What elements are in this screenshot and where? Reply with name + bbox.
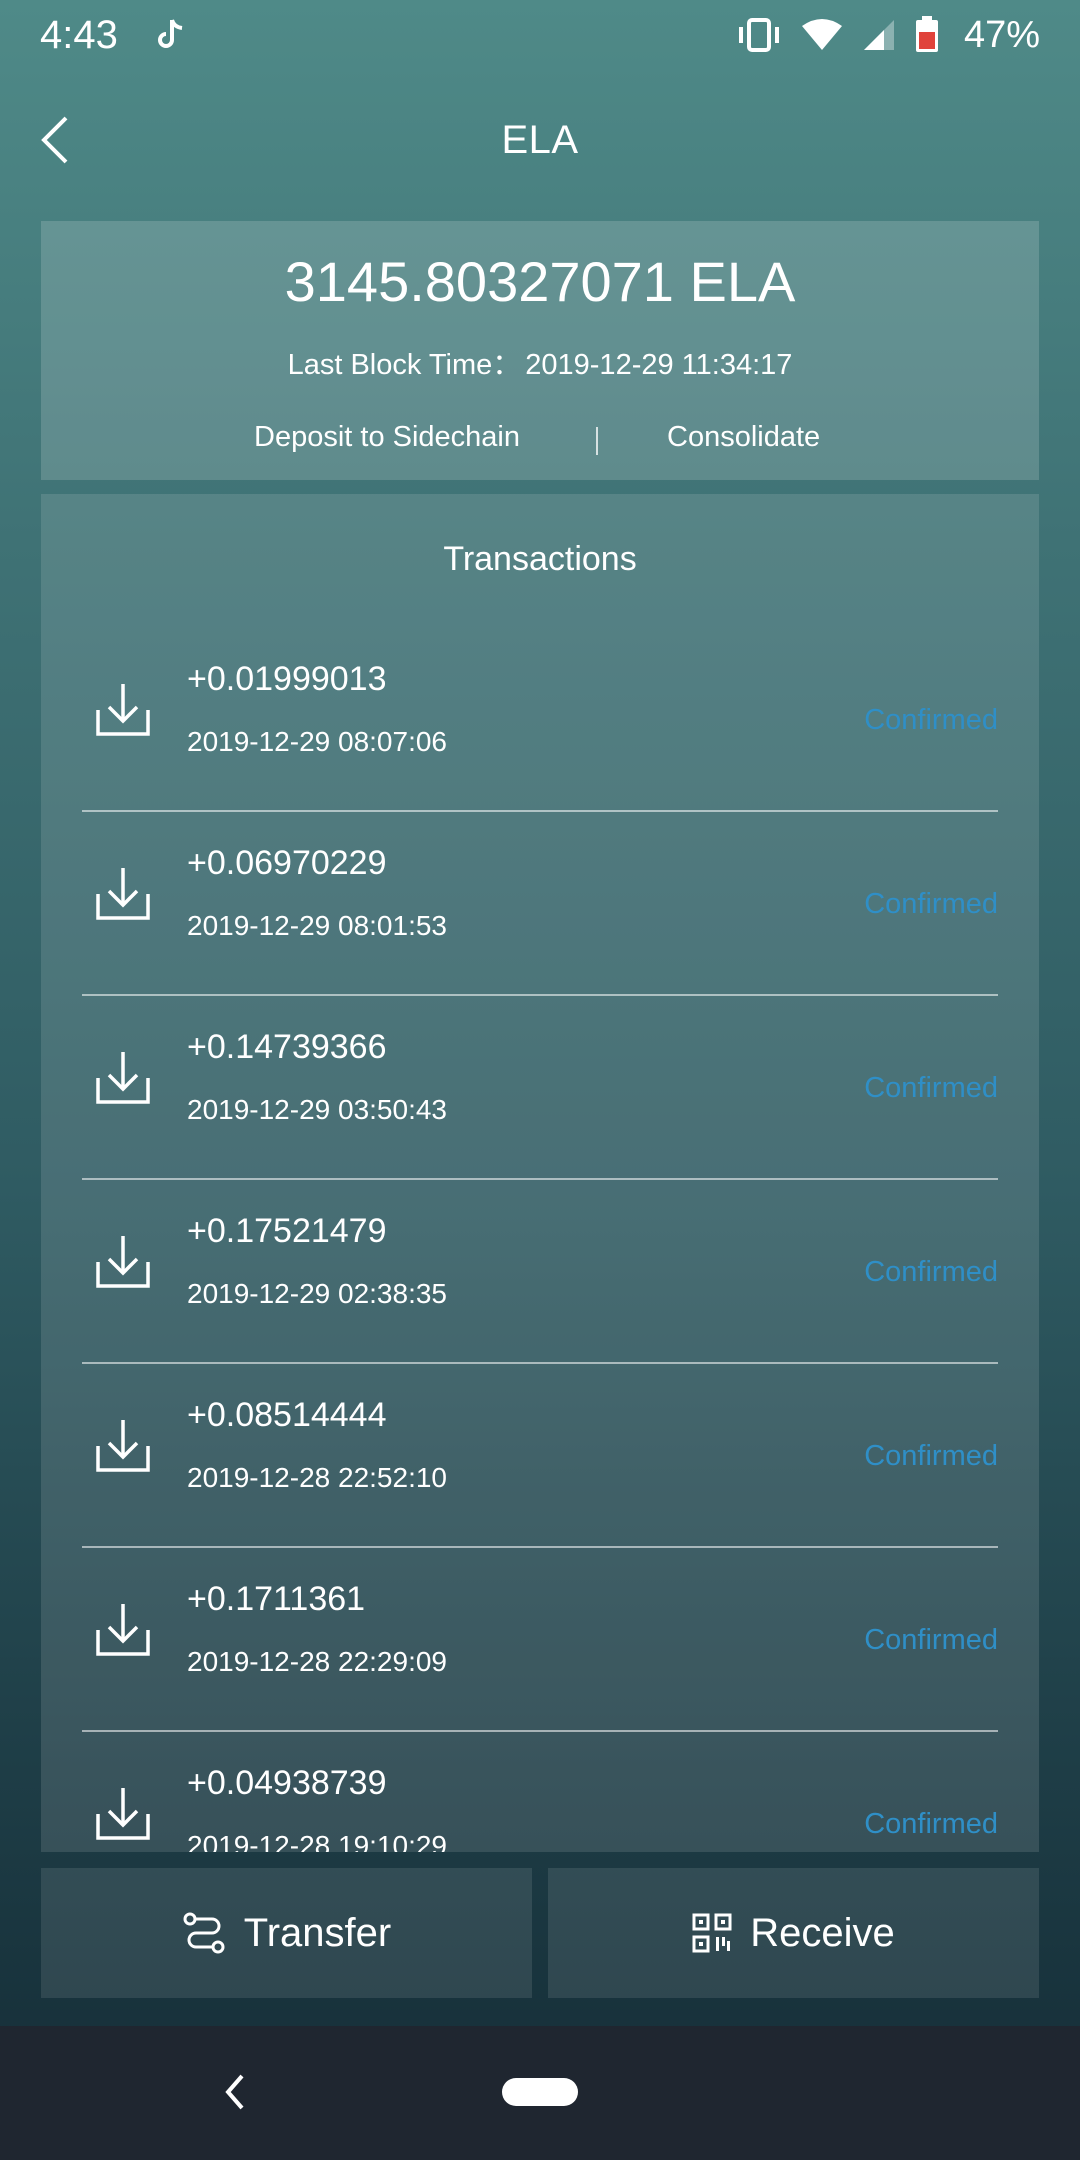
consolidate-button[interactable]: Consolidate (667, 421, 820, 454)
status-icons: 47% (736, 14, 1040, 57)
transaction-amount: +0.04938739 (187, 1764, 387, 1802)
wifi-icon (801, 19, 842, 50)
transaction-date: 2019-12-28 19:10:29 (187, 1830, 447, 1852)
top-bar: ELA (0, 100, 1080, 180)
download-icon (96, 1604, 150, 1656)
transaction-row[interactable]: +0.01999013 2019-12-29 08:07:06 Confirmed (82, 628, 998, 812)
transaction-row[interactable]: +0.08514444 2019-12-28 22:52:10 Confirmed (82, 1364, 998, 1548)
transaction-row[interactable]: +0.17521479 2019-12-29 02:38:35 Confirmed (82, 1180, 998, 1364)
transaction-date: 2019-12-29 08:01:53 (187, 910, 447, 941)
receive-label: Receive (750, 1910, 895, 1955)
transaction-amount: +0.06970229 (187, 844, 387, 882)
transaction-amount: +0.1711361 (187, 1580, 366, 1618)
transfer-button[interactable]: Transfer (41, 1868, 532, 1998)
cell-signal-icon (863, 20, 894, 50)
nav-home-pill[interactable] (502, 2078, 578, 2106)
page-title: ELA (501, 117, 579, 162)
status-bar: 4:43 47% (0, 0, 1080, 70)
download-icon (96, 1420, 150, 1472)
battery-percent: 47% (963, 13, 1040, 56)
transaction-amount: +0.01999013 (187, 660, 387, 698)
transaction-amount: +0.17521479 (187, 1212, 387, 1250)
tiktok-icon (157, 19, 183, 48)
transaction-amount: +0.14739366 (187, 1028, 387, 1066)
last-block-time: Last Block Time： 2019-12-29 11:34:17 (41, 341, 1039, 383)
download-icon (96, 1788, 150, 1840)
receive-button[interactable]: Receive (548, 1868, 1039, 1998)
battery-icon (915, 16, 938, 52)
balance-card: 3145.80327071 ELA Last Block Time： 2019-1… (41, 221, 1039, 480)
qr-code-icon (692, 1913, 732, 1953)
action-divider (596, 427, 598, 455)
vibrate-icon (738, 18, 779, 52)
system-nav-bar (0, 2026, 1080, 2160)
transaction-row[interactable]: +0.14739366 2019-12-29 03:50:43 Confirmed (82, 996, 998, 1180)
transaction-amount: +0.08514444 (187, 1396, 387, 1434)
transactions-list[interactable]: +0.01999013 2019-12-29 08:07:06 Confirmed +… (82, 628, 998, 1852)
transaction-row[interactable]: +0.06970229 2019-12-29 08:01:53 Confirmed (82, 812, 998, 996)
nav-back-icon[interactable] (222, 2072, 248, 2112)
transaction-status: Confirmed (864, 888, 998, 920)
transaction-status: Confirmed (864, 1624, 998, 1656)
last-block-value: 2019-12-29 11:34:17 (525, 349, 793, 381)
last-block-label: Last Block Time： (287, 349, 522, 381)
transaction-row[interactable]: +0.04938739 2019-12-28 19:10:29 Confirmed (82, 1732, 998, 1852)
bottom-actions: Transfer Receive (41, 1868, 1039, 1998)
download-icon (96, 684, 150, 736)
transactions-panel: Transactions +0.01999013 2019-12-29 08:07… (41, 494, 1039, 1852)
transaction-status: Confirmed (864, 1440, 998, 1472)
download-icon (96, 868, 150, 920)
back-arrow-icon[interactable] (36, 112, 86, 168)
transaction-status: Confirmed (864, 704, 998, 736)
transaction-status: Confirmed (864, 1256, 998, 1288)
transaction-date: 2019-12-29 08:07:06 (187, 726, 447, 757)
status-time: 4:43 (40, 12, 118, 57)
deposit-to-sidechain-button[interactable]: Deposit to Sidechain (254, 421, 520, 454)
transactions-heading: Transactions (443, 540, 637, 578)
transaction-status: Confirmed (864, 1072, 998, 1104)
transaction-status: Confirmed (864, 1808, 998, 1840)
transaction-date: 2019-12-29 02:38:35 (187, 1278, 447, 1309)
transaction-date: 2019-12-29 03:50:43 (187, 1094, 447, 1125)
transaction-date: 2019-12-28 22:29:09 (187, 1646, 447, 1677)
balance-amount: 3145.80327071 ELA (284, 250, 796, 313)
download-icon (96, 1052, 150, 1104)
transfer-icon (183, 1912, 225, 1954)
transaction-row[interactable]: +0.1711361 2019-12-28 22:29:09 Confirmed (82, 1548, 998, 1732)
download-icon (96, 1236, 150, 1288)
transfer-label: Transfer (243, 1910, 392, 1955)
transaction-date: 2019-12-28 22:52:10 (187, 1462, 447, 1493)
